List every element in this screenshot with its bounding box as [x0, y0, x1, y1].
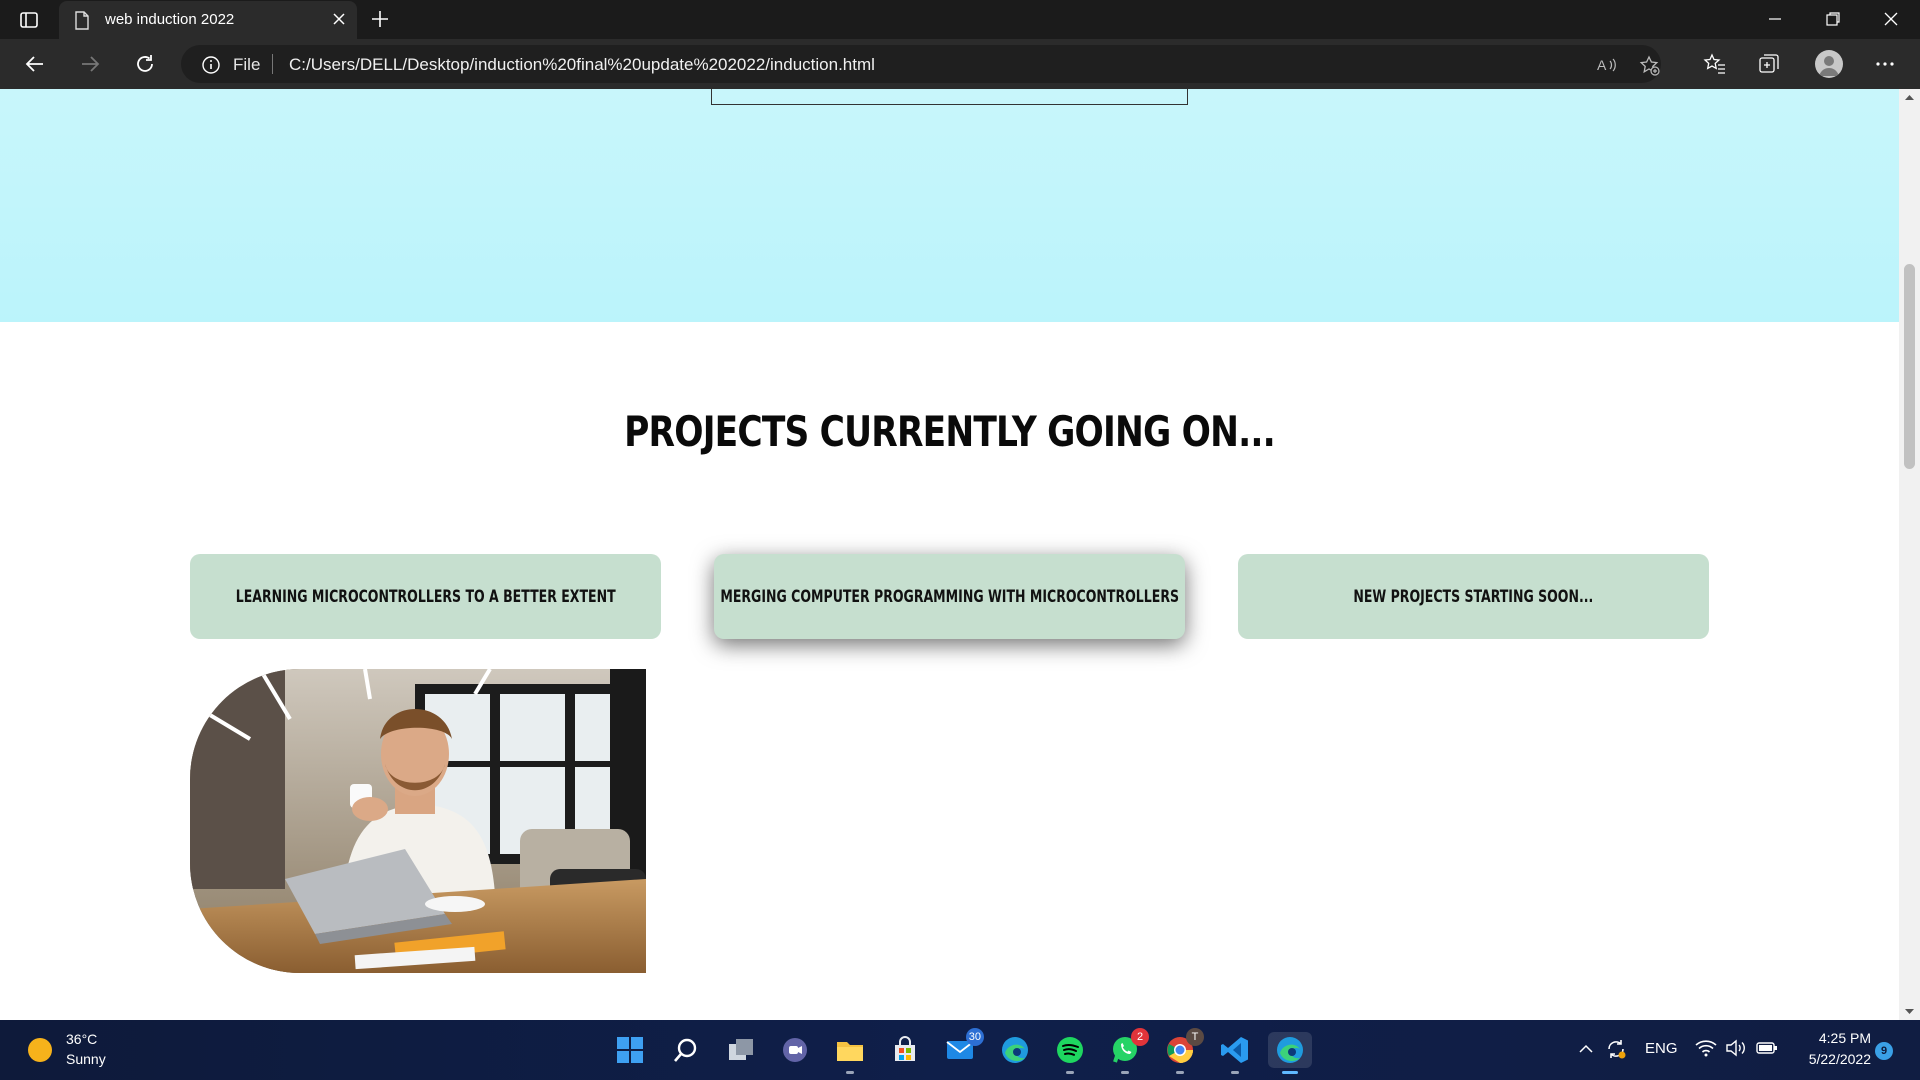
sync-icon[interactable] [1605, 1038, 1627, 1064]
close-tab-icon[interactable] [331, 11, 347, 32]
notification-count-badge[interactable]: 9 [1875, 1042, 1893, 1060]
task-view-icon[interactable] [723, 1032, 759, 1068]
forward-icon[interactable] [78, 52, 102, 81]
hero-box [711, 89, 1188, 105]
chrome-icon[interactable]: T [1162, 1028, 1204, 1074]
edge-active-icon[interactable] [1268, 1032, 1312, 1074]
battery-icon[interactable] [1755, 1039, 1779, 1061]
page-icon [74, 11, 90, 35]
active-tab[interactable]: web induction 2022 [59, 1, 357, 39]
address-divider [272, 54, 273, 74]
project-card-label: NEW PROJECTS STARTING SOON... [1353, 586, 1594, 607]
hero-section [0, 89, 1899, 322]
running-indicator [1176, 1071, 1184, 1074]
file-explorer-icon[interactable] [832, 1032, 868, 1074]
section-title: PROJECTS CURRENTLY GOING ON... [624, 407, 1276, 456]
project-card-3[interactable]: NEW PROJECTS STARTING SOON... [1238, 554, 1709, 639]
tab-actions-icon[interactable] [18, 9, 40, 31]
close-window-icon[interactable] [1882, 10, 1900, 33]
edge-icon[interactable] [997, 1032, 1033, 1068]
svg-text:A: A [1597, 57, 1607, 73]
running-indicator [1231, 1071, 1239, 1074]
refresh-icon[interactable] [133, 52, 157, 81]
file-label: File [233, 55, 261, 74]
minimize-icon[interactable] [1766, 10, 1784, 33]
page-scrollbar[interactable] [1899, 89, 1920, 1020]
language-indicator[interactable]: ENG [1645, 1040, 1678, 1057]
running-indicator [1066, 1071, 1074, 1074]
more-options-icon[interactable] [1873, 52, 1897, 81]
weather-temperature[interactable]: 36°C [66, 1031, 97, 1047]
info-icon[interactable] [201, 55, 221, 80]
restore-icon[interactable] [1824, 10, 1842, 33]
whatsapp-icon[interactable]: 2 [1107, 1028, 1149, 1074]
chrome-profile-badge: T [1186, 1028, 1204, 1046]
read-aloud-icon[interactable]: A [1596, 55, 1618, 80]
wifi-icon[interactable] [1695, 1039, 1717, 1061]
taskbar: 36°C Sunny 30 2 T ENG 4:25 PM 5/22/2022 … [0, 1020, 1920, 1080]
tab-bar: web induction 2022 [0, 0, 1920, 39]
project-card-label: MERGING COMPUTER PROGRAMMING WITH MICROC… [720, 586, 1179, 607]
whatsapp-badge: 2 [1131, 1028, 1149, 1046]
clock-date[interactable]: 5/22/2022 [1795, 1051, 1871, 1067]
project-card-label: LEARNING MICROCONTROLLERS TO A BETTER EX… [235, 586, 616, 607]
mail-badge: 30 [965, 1028, 984, 1046]
page-viewport: PROJECTS CURRENTLY GOING ON... LEARNING … [0, 89, 1899, 1020]
add-favorite-icon[interactable] [1639, 55, 1661, 82]
clock-time[interactable]: 4:25 PM [1809, 1030, 1871, 1046]
scroll-thumb[interactable] [1904, 264, 1915, 469]
running-indicator [1121, 1071, 1129, 1074]
sun-icon[interactable] [28, 1038, 52, 1062]
mail-icon[interactable]: 30 [942, 1028, 984, 1068]
running-indicator [846, 1071, 854, 1074]
scroll-down-icon[interactable] [1904, 1008, 1915, 1016]
scroll-up-icon[interactable] [1904, 93, 1915, 101]
man-with-laptop-image [190, 669, 646, 973]
show-hidden-icons-icon[interactable] [1577, 1040, 1595, 1062]
url-text[interactable]: C:/Users/DELL/Desktop/induction%20final%… [289, 55, 875, 75]
active-indicator [1282, 1071, 1298, 1074]
spotify-icon[interactable] [1052, 1032, 1088, 1074]
teams-chat-icon[interactable] [777, 1032, 813, 1068]
project-card-2[interactable]: MERGING COMPUTER PROGRAMMING WITH MICROC… [714, 554, 1185, 639]
back-icon[interactable] [23, 52, 47, 81]
weather-condition[interactable]: Sunny [66, 1051, 106, 1067]
volume-icon[interactable] [1725, 1039, 1747, 1061]
collections-icon[interactable] [1757, 52, 1781, 81]
project-card-1[interactable]: LEARNING MICROCONTROLLERS TO A BETTER EX… [190, 554, 661, 639]
browser-toolbar: File C:/Users/DELL/Desktop/induction%20f… [0, 39, 1920, 89]
project-photo [190, 669, 646, 973]
favorites-icon[interactable] [1703, 52, 1727, 81]
address-bar[interactable]: File C:/Users/DELL/Desktop/induction%20f… [181, 45, 1661, 83]
vscode-icon[interactable] [1217, 1032, 1253, 1074]
search-icon[interactable] [668, 1032, 704, 1068]
microsoft-store-icon[interactable] [887, 1032, 923, 1068]
new-tab-icon[interactable] [370, 9, 390, 34]
profile-avatar-icon[interactable] [1815, 50, 1843, 78]
start-icon[interactable] [612, 1032, 648, 1068]
tab-title: web induction 2022 [105, 11, 235, 28]
